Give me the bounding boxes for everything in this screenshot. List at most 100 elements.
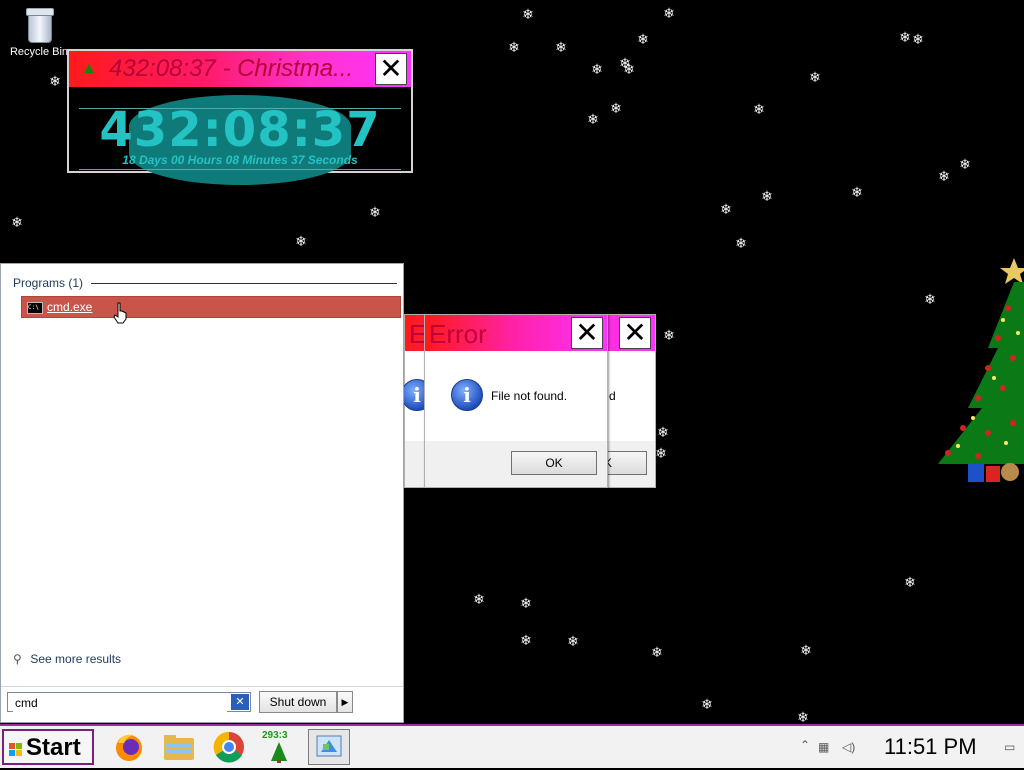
programs-header: Programs (1)	[13, 276, 84, 290]
snowflake: ❄	[809, 69, 821, 85]
snowflake: ❄	[49, 73, 61, 89]
snowflake: ❄	[663, 5, 675, 21]
christmas-tree-icon: ▲	[81, 60, 97, 77]
error-dialog-title-bar[interactable]: Error ✕	[425, 315, 607, 351]
chrome-icon	[213, 731, 244, 763]
error-dialog-close-button[interactable]: ✕	[571, 317, 603, 349]
tree-counter-icon	[271, 742, 287, 763]
clear-icon: ✕	[235, 696, 245, 708]
snowflake: ❄	[567, 633, 579, 649]
show-desktop-icon[interactable]: ▭	[1004, 740, 1015, 754]
taskbar: Start 293:3 ⌃ ▦ ◁) 11:51 PM ▭	[0, 724, 1024, 768]
snowflake: ❄	[959, 156, 971, 172]
chevron-up-icon: ⌃	[800, 738, 811, 752]
taskbar-countdown[interactable]: 293:3	[258, 729, 300, 765]
close-icon: ✕	[379, 52, 403, 85]
snowflake: ❄	[657, 424, 669, 440]
snowflake: ❄	[369, 204, 381, 220]
tray-overflow-button[interactable]: ⌃	[800, 738, 810, 752]
shut-down-options-button[interactable]: ▶	[337, 691, 353, 713]
snowflake: ❄	[904, 574, 916, 590]
close-icon: ✕	[575, 316, 599, 349]
snowflake: ❄	[522, 6, 534, 22]
christmas-countdown-widget: ▲ 432:08:37 - Christma... ✕ 432:08:37 18…	[67, 49, 413, 185]
snowflake: ❄	[797, 709, 809, 725]
snowflake: ❄	[735, 235, 747, 251]
snowflake: ❄	[555, 39, 567, 55]
see-more-results-label: See more results	[30, 652, 122, 666]
close-icon: ✕	[623, 316, 647, 349]
snowflake: ❄	[295, 233, 307, 249]
see-more-results-link[interactable]: ⚲ See more results	[13, 652, 121, 666]
snowflake: ❄	[610, 100, 622, 116]
snowflake: ❄	[655, 445, 667, 461]
windows-logo-icon	[9, 743, 22, 756]
recycle-bin-icon	[25, 8, 54, 43]
clear-search-button[interactable]: ✕	[231, 694, 249, 710]
snowflake: ❄	[663, 327, 675, 343]
snowflake: ❄	[899, 29, 911, 45]
programs-divider	[91, 283, 397, 284]
christmas-tree-image	[938, 258, 1024, 482]
snowflake: ❄	[11, 214, 23, 230]
taskbar-control-panel[interactable]	[308, 729, 350, 765]
magnifier-icon: ⚲	[13, 652, 22, 666]
error-dialog-front: Error ✕ i File not found. OK	[424, 314, 608, 488]
chevron-right-icon: ▶	[341, 697, 349, 707]
snowflake: ❄	[851, 184, 863, 200]
start-button[interactable]: Start	[2, 729, 94, 765]
error-dialog-back-message: d	[609, 389, 616, 403]
countdown-title: 432:08:37 - Christma...	[109, 55, 354, 82]
taskbar-chrome[interactable]	[208, 729, 250, 765]
error-dialog-message: File not found.	[491, 389, 568, 403]
taskbar-clock[interactable]: 11:51 PM	[884, 734, 977, 760]
hand-cursor-icon	[113, 302, 127, 324]
snowflake: ❄	[520, 632, 532, 648]
search-result-label: cmd.exe	[47, 300, 93, 314]
cmd-icon: C:\	[27, 302, 43, 314]
start-search-input[interactable]	[13, 694, 227, 712]
countdown-title-bar[interactable]: ▲ 432:08:37 - Christma...	[69, 51, 411, 87]
file-explorer-icon	[164, 735, 194, 760]
error-dialog-back-close-button[interactable]: ✕	[619, 317, 651, 349]
snowflake: ❄	[637, 31, 649, 47]
info-icon: i	[451, 379, 483, 411]
divider	[79, 169, 401, 170]
snowflake: ❄	[591, 61, 603, 77]
error-dialog-ok-button[interactable]: OK	[511, 451, 597, 475]
snowflake: ❄	[623, 61, 635, 77]
snowflake: ❄	[587, 111, 599, 127]
taskbar-firefox[interactable]	[108, 729, 150, 765]
error-dialog-title: Error	[429, 319, 487, 349]
snowflake: ❄	[800, 642, 812, 658]
snowflake: ❄	[651, 644, 663, 660]
recycle-bin-label: Recycle Bin	[9, 46, 69, 58]
firefox-icon	[116, 734, 142, 761]
start-search-box[interactable]: ✕	[7, 692, 251, 712]
snowflake: ❄	[753, 101, 765, 117]
search-result-cmd[interactable]: C:\ cmd.exe	[21, 296, 401, 318]
countdown-body: 432:08:37 18 Days 00 Hours 08 Minutes 37…	[69, 87, 411, 185]
volume-icon[interactable]: ◁)	[842, 740, 855, 754]
snowflake: ❄	[508, 39, 520, 55]
snowflake: ❄	[473, 591, 485, 607]
recycle-bin-desktop-icon[interactable]: Recycle Bin	[6, 6, 72, 58]
countdown-time: 432:08:37	[99, 102, 381, 158]
snowflake: ❄	[720, 201, 732, 217]
countdown-detail: 18 Days 00 Hours 08 Minutes 37 Seconds	[122, 153, 358, 167]
network-icon[interactable]: ▦	[818, 740, 829, 754]
search-divider	[1, 686, 403, 687]
snowflake: ❄	[761, 188, 773, 204]
control-panel-icon	[316, 735, 342, 757]
snowflake: ❄	[912, 31, 924, 47]
error-dialog-footer: OK	[425, 441, 607, 487]
tray-counter: 293:3	[262, 730, 288, 741]
snowflake: ❄	[520, 595, 532, 611]
shut-down-button[interactable]: Shut down	[259, 691, 337, 713]
countdown-close-button[interactable]: ✕	[375, 53, 407, 85]
start-menu: Programs (1) C:\ cmd.exe ⚲ See more resu…	[0, 263, 404, 723]
start-label: Start	[26, 734, 81, 761]
snowflake: ❄	[938, 168, 950, 184]
taskbar-file-explorer[interactable]	[158, 729, 200, 765]
error-dialog-content: i File not found.	[425, 351, 607, 441]
